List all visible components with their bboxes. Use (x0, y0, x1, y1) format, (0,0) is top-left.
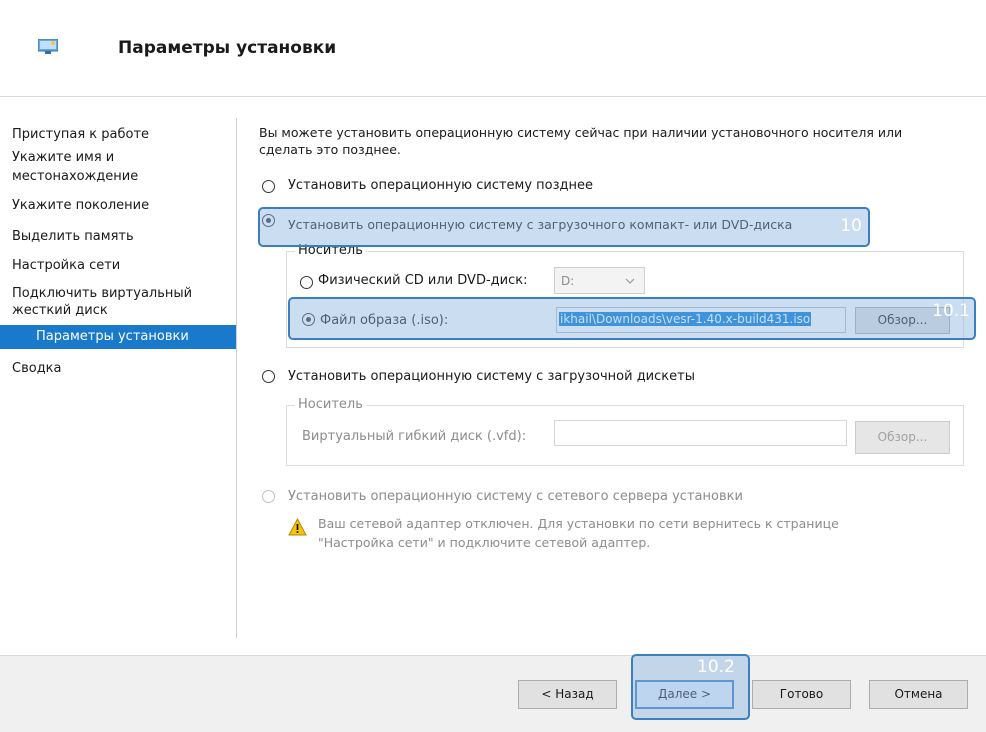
annotation-highlight-iso: 10.1 (288, 297, 976, 340)
annotation-label: 10 (840, 216, 862, 236)
warning-text-line1: Ваш сетевой адаптер отключен. Для устано… (318, 516, 839, 531)
sidebar-item-generation[interactable]: Укажите поколение (12, 198, 232, 213)
wizard-monitor-icon (38, 39, 58, 54)
sidebar-item-before-you-begin[interactable]: Приступая к работе (12, 127, 232, 142)
radio-install-floppy-label[interactable]: Установить операционную систему с загруз… (288, 369, 695, 384)
sidebar-item-memory[interactable]: Выделить память (12, 229, 232, 244)
intro-text-line2: сделать это позднее. (259, 142, 401, 157)
annotation-highlight-next: 10.2 (631, 654, 750, 720)
sidebar-divider (236, 118, 237, 638)
sidebar-item-installation-options[interactable]: Параметры установки (0, 325, 236, 349)
radio-install-network[interactable] (262, 490, 275, 503)
finish-button[interactable]: Готово (752, 680, 851, 709)
radio-install-later-label[interactable]: Установить операционную систему позднее (288, 178, 593, 193)
header-divider (0, 96, 986, 97)
cancel-button[interactable]: Отмена (869, 680, 968, 709)
sidebar-item-summary[interactable]: Сводка (12, 361, 232, 376)
annotation-label: 10.1 (932, 301, 970, 321)
sidebar-item-virtual-disk[interactable]: Подключить виртуальный (12, 286, 232, 301)
browse-vfd-button[interactable]: Обзор... (855, 421, 950, 454)
radio-physical-cd[interactable] (300, 276, 313, 289)
annotation-highlight-dvd: 10 (258, 207, 870, 247)
radio-install-network-label[interactable]: Установить операционную систему с сетево… (288, 489, 743, 504)
chevron-down-icon (625, 278, 635, 284)
radio-install-floppy[interactable] (262, 370, 275, 383)
sidebar-item-network[interactable]: Настройка сети (12, 258, 232, 273)
vfd-path-input[interactable] (554, 420, 847, 446)
page-title: Параметры установки (118, 38, 337, 58)
warning-icon (288, 518, 307, 536)
drive-select[interactable]: D: (554, 267, 645, 294)
sidebar-item-name-location-2[interactable]: местонахождение (12, 169, 232, 184)
drive-select-value: D: (561, 274, 575, 288)
warning-text-line2: "Настройка сети" и подключите сетевой ад… (318, 535, 651, 550)
intro-text-line1: Вы можете установить операционную систем… (259, 125, 903, 140)
radio-physical-cd-label[interactable]: Физический CD или DVD-диск: (318, 273, 527, 288)
sidebar-item-label: Параметры установки (36, 329, 189, 344)
vfd-label: Виртуальный гибкий диск (.vfd): (302, 429, 527, 444)
radio-install-later[interactable] (262, 180, 275, 193)
back-button[interactable]: < Назад (518, 680, 617, 709)
sidebar-item-name-location[interactable]: Укажите имя и (12, 150, 232, 165)
annotation-label: 10.2 (697, 657, 735, 677)
floppy-legend: Носитель (295, 397, 366, 412)
sidebar-item-virtual-disk-2[interactable]: жесткий диск (12, 303, 232, 318)
